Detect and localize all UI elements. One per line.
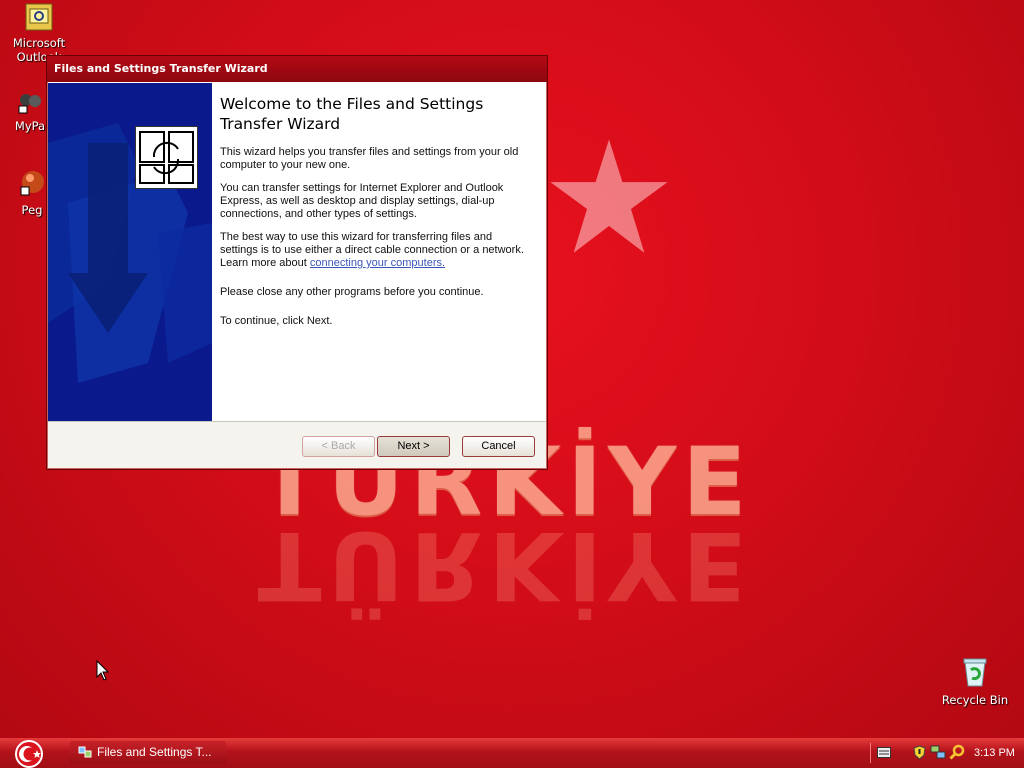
desktop-icon-peg[interactable]: Peg <box>14 168 50 217</box>
connection-paragraph: The best way to use this wizard for tran… <box>220 231 530 270</box>
next-button[interactable]: Next > <box>377 436 450 457</box>
wallpaper-star <box>550 139 668 253</box>
keyboard-icon[interactable] <box>877 747 891 758</box>
tray-separator <box>870 743 871 763</box>
desktop-icon-recycle-bin[interactable]: Recycle Bin <box>940 656 1010 707</box>
outlook-icon <box>25 3 53 31</box>
mypc-icon <box>18 94 41 114</box>
back-button[interactable]: < Back <box>302 436 375 457</box>
connecting-computers-link[interactable]: connecting your computers. <box>310 257 445 269</box>
search-icon[interactable] <box>949 744 965 760</box>
desktop-icon-label: Recycle Bin <box>941 693 1009 707</box>
wizard-logo-icon <box>135 126 198 189</box>
wizard-content: Welcome to the Files and Settings Transf… <box>220 94 530 338</box>
wizard-window: Files and Settings Transfer Wizard Welco… <box>46 55 548 470</box>
pegasus-icon <box>20 171 44 196</box>
wizard-task-icon <box>78 746 92 758</box>
taskbar-clock[interactable]: 3:13 PM <box>974 738 1024 768</box>
wizard-side-panel <box>48 83 212 421</box>
window-title[interactable]: Files and Settings Transfer Wizard <box>47 56 547 82</box>
network-connection-icon[interactable] <box>930 744 946 760</box>
system-tray: 3:13 PM <box>870 738 1024 768</box>
security-shield-icon[interactable] <box>913 745 926 760</box>
desktop-icon-label: MyPa <box>14 119 46 133</box>
mouse-cursor-icon <box>96 660 110 681</box>
wizard-heading: Welcome to the Files and Settings Transf… <box>220 95 484 133</box>
settings-paragraph: You can transfer settings for Internet E… <box>220 182 504 220</box>
desktop-icon-mypa[interactable]: MyPa <box>10 92 50 133</box>
start-button[interactable] <box>10 739 48 768</box>
recycle-bin-icon <box>963 658 987 687</box>
wizard-footer: < Back Next > Cancel <box>48 421 546 468</box>
taskbar: Files and Settings T... 3:13 PM <box>0 738 1024 768</box>
taskbar-item-wizard[interactable]: Files and Settings T... <box>70 741 226 764</box>
taskbar-item-label: Files and Settings T... <box>97 745 212 759</box>
continue-paragraph: To continue, click Next. <box>220 315 333 327</box>
intro-paragraph: This wizard helps you transfer files and… <box>220 146 519 171</box>
close-programs-paragraph: Please close any other programs before y… <box>220 286 484 298</box>
wallpaper-text-reflection: TÜRKİYE <box>257 510 753 619</box>
desktop-icon-label: Peg <box>21 203 43 217</box>
cancel-button[interactable]: Cancel <box>462 436 535 457</box>
